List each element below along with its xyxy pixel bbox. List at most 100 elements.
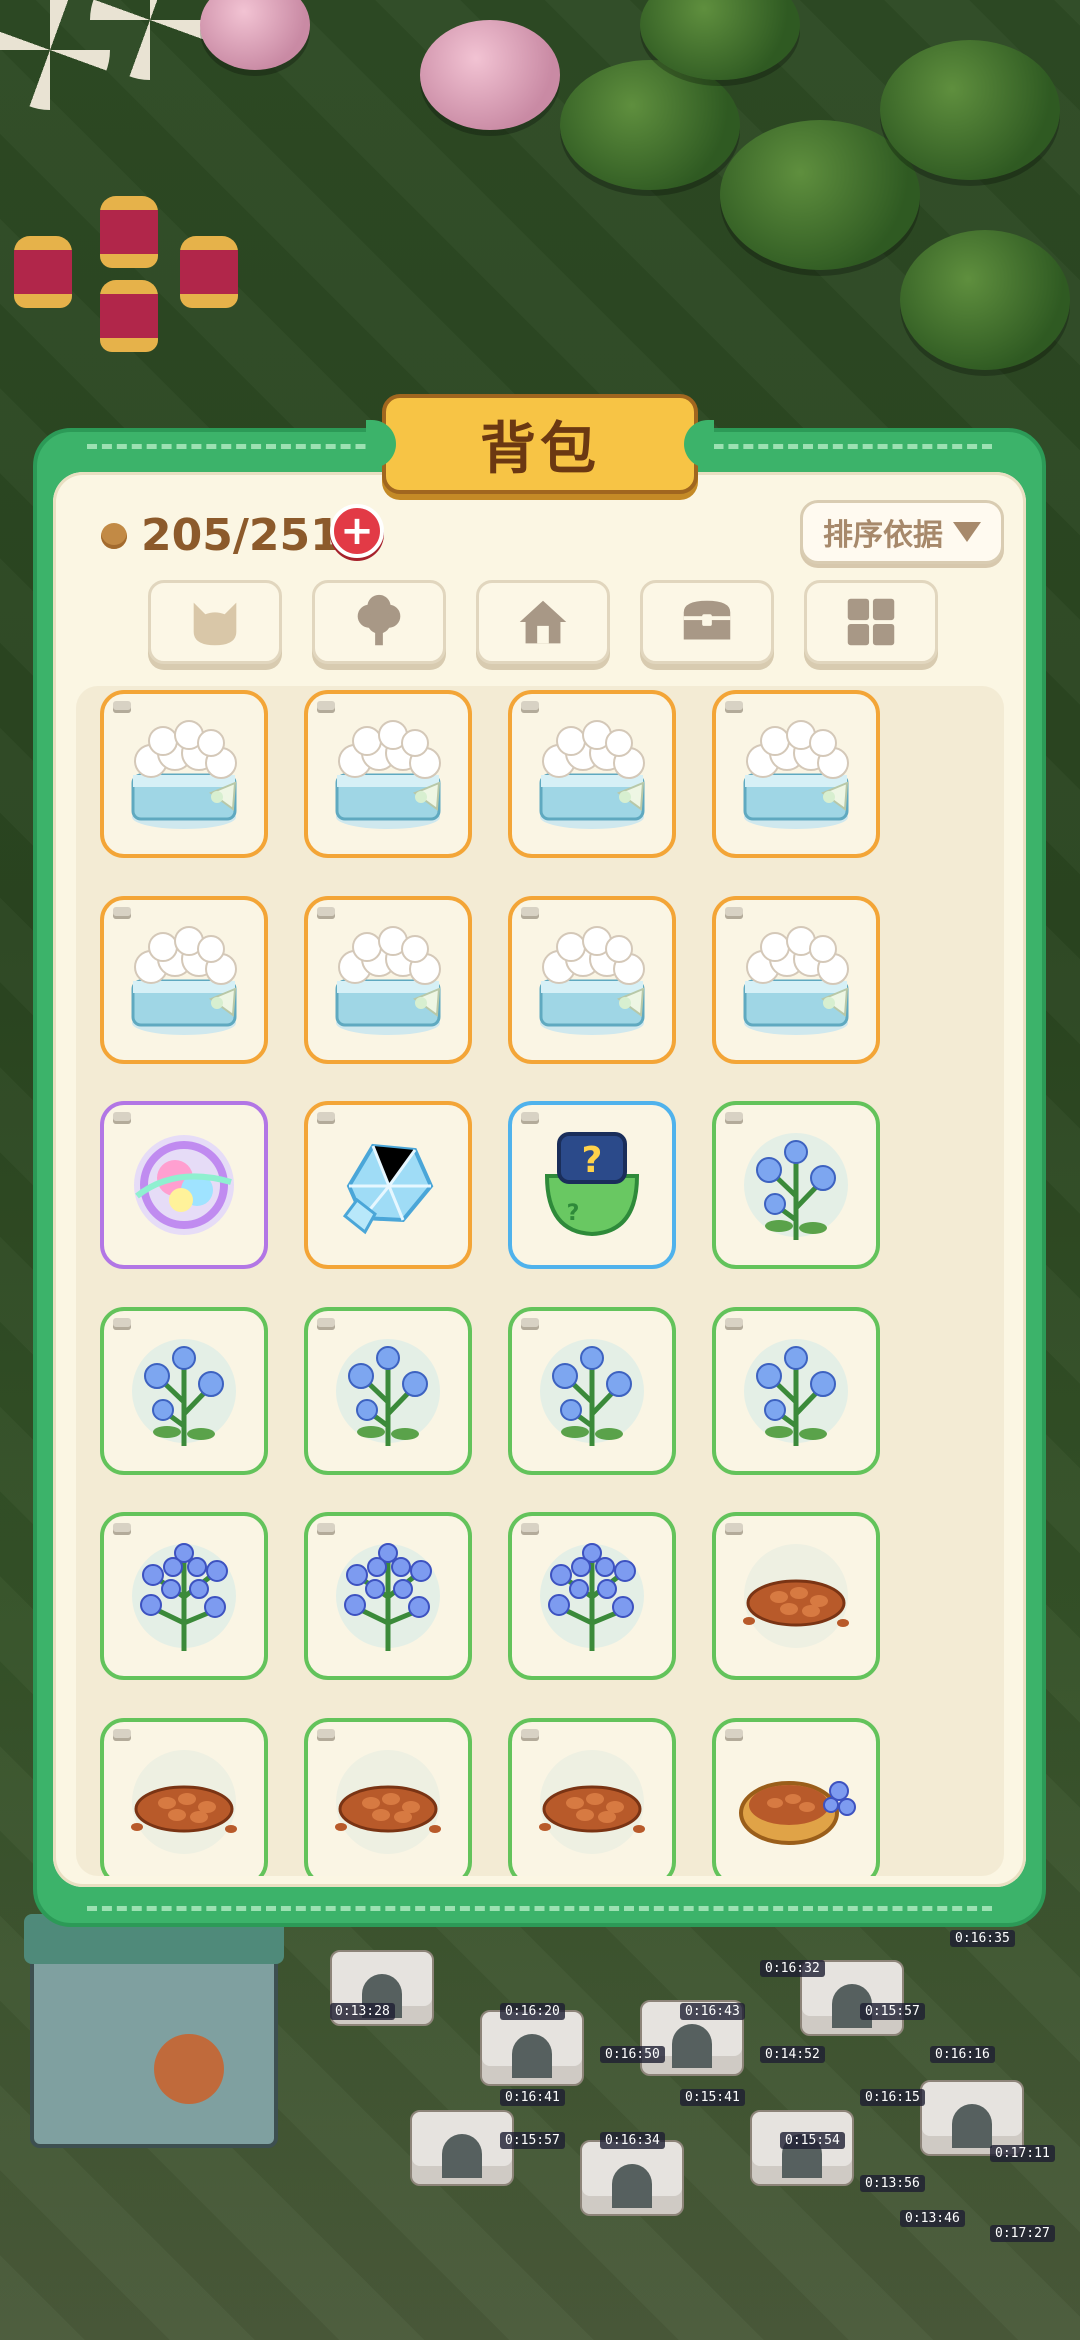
svg-text:?: ? <box>582 1140 603 1181</box>
item-tag-icon <box>725 701 743 713</box>
blue-flower-bunch-icon <box>540 1543 644 1651</box>
flower-basket-item[interactable] <box>508 895 676 1064</box>
ice-crystal-item[interactable] <box>304 1101 472 1269</box>
seed-pile-icon <box>131 1749 237 1854</box>
flower-basket-icon <box>131 925 237 1035</box>
windmill-decoration <box>90 0 210 80</box>
tree-tab[interactable] <box>312 580 446 664</box>
flower-basket-icon <box>539 720 645 829</box>
timer-label: 0:16:34 <box>600 2132 665 2149</box>
timer-label: 0:13:28 <box>330 2003 395 2020</box>
ice-crystal-icon <box>342 1143 434 1235</box>
kennel-building <box>580 2140 684 2216</box>
timer-label: 0:16:16 <box>930 2046 995 2063</box>
seed-pile-item[interactable] <box>508 1717 676 1876</box>
house-tab[interactable] <box>476 580 610 664</box>
inventory-title-plate: 背包 <box>366 394 714 494</box>
flower-basket-icon <box>335 720 441 829</box>
item-tag-icon <box>521 1728 539 1741</box>
item-tag-icon <box>725 906 743 919</box>
blue-flower-item[interactable] <box>304 1306 472 1475</box>
blue-flower-icon <box>540 1338 644 1446</box>
sort-button[interactable]: 排序依据 <box>800 500 1004 564</box>
timer-label: 0:17:11 <box>990 2145 1055 2162</box>
item-tag-icon <box>113 701 131 713</box>
blue-flower-item[interactable] <box>100 1306 268 1475</box>
jam-jar-decoration <box>180 236 238 308</box>
inventory-grid: ? ? <box>76 686 1004 1876</box>
kennel-building <box>480 2010 584 2086</box>
flower-basket-item[interactable] <box>100 895 268 1064</box>
expand-capacity-button[interactable]: + <box>330 504 384 558</box>
swirl-orb-item[interactable] <box>100 1101 268 1269</box>
seed-pile-icon <box>743 1544 849 1648</box>
blue-flower-bunch-item[interactable] <box>304 1512 472 1680</box>
timer-label: 0:16:15 <box>860 2089 925 2106</box>
blue-flower-item[interactable] <box>712 1306 880 1475</box>
flower-basket-icon <box>335 925 441 1035</box>
item-tag-icon <box>725 1523 743 1535</box>
blue-flower-bunch-item[interactable] <box>508 1512 676 1680</box>
flower-basket-item[interactable] <box>508 690 676 858</box>
flower-basket-item[interactable] <box>304 690 472 858</box>
item-tag-icon <box>521 906 539 919</box>
seed-bowl-icon <box>739 1780 856 1845</box>
flower-basket-item[interactable] <box>304 895 472 1064</box>
blue-flower-icon <box>132 1338 236 1446</box>
seed-pile-item[interactable] <box>712 1512 880 1680</box>
timer-label: 0:15:54 <box>780 2132 845 2149</box>
timer-label: 0:14:52 <box>760 2046 825 2063</box>
blue-flower-icon <box>336 1338 440 1446</box>
kennel-building <box>410 2110 514 2186</box>
capacity-dot-icon <box>101 522 127 549</box>
seed-pile-item[interactable] <box>304 1717 472 1876</box>
mystery-bag-icon: ? ? <box>544 1132 640 1237</box>
seed-pile-item[interactable] <box>100 1717 268 1876</box>
timer-label: 0:17:27 <box>990 2225 1055 2242</box>
item-tag-icon <box>113 906 131 919</box>
mystery-bag-item[interactable]: ? ? <box>508 1101 676 1269</box>
flower-basket-item[interactable] <box>100 690 268 858</box>
grid-tab[interactable] <box>804 580 938 664</box>
plus-icon: + <box>340 508 374 554</box>
jam-jar-decoration <box>100 196 158 268</box>
item-tag-icon <box>317 1317 335 1330</box>
timer-label: 0:13:56 <box>860 2175 925 2192</box>
blue-flower-bunch-item[interactable] <box>100 1512 268 1680</box>
blue-flower-icon <box>744 1338 848 1446</box>
grid-icon <box>847 598 895 646</box>
timer-label: 0:13:46 <box>900 2210 965 2227</box>
flower-basket-item[interactable] <box>712 690 880 858</box>
item-tag-icon <box>725 1317 743 1330</box>
item-tag-icon <box>317 906 335 919</box>
flower-basket-item[interactable] <box>712 895 880 1064</box>
chest-tab[interactable] <box>640 580 774 664</box>
capacity-text: 205/251 <box>141 510 341 561</box>
item-tag-icon <box>113 1112 131 1124</box>
seed-pile-icon <box>335 1749 441 1854</box>
dropdown-triangle-icon <box>953 522 981 542</box>
item-tag-icon <box>521 1523 539 1535</box>
jam-jar-decoration <box>14 236 72 308</box>
flower-basket-icon <box>743 720 849 829</box>
item-tag-icon <box>113 1523 131 1535</box>
timer-label: 0:15:41 <box>680 2089 745 2106</box>
flower-basket-icon <box>743 925 849 1035</box>
blue-flower-bunch-icon <box>336 1543 440 1651</box>
item-tag-icon <box>317 1728 335 1741</box>
cat-icon <box>193 602 237 646</box>
flower-basket-icon <box>131 720 237 829</box>
item-tag-icon <box>521 1317 539 1330</box>
jam-jar-decoration <box>100 280 158 352</box>
seed-bowl-item[interactable] <box>712 1717 880 1876</box>
seed-pile-icon <box>539 1749 645 1854</box>
timer-label: 0:16:43 <box>680 2003 745 2020</box>
blue-flower-item[interactable] <box>712 1101 880 1269</box>
timer-label: 0:15:57 <box>500 2132 565 2149</box>
timer-label: 0:16:41 <box>500 2089 565 2106</box>
item-tag-icon <box>317 1523 335 1535</box>
timer-label: 0:16:35 <box>950 1930 1015 1947</box>
blue-flower-item[interactable] <box>508 1306 676 1475</box>
capacity-indicator: 205/251 <box>101 510 341 561</box>
cat-tab[interactable] <box>148 580 282 664</box>
